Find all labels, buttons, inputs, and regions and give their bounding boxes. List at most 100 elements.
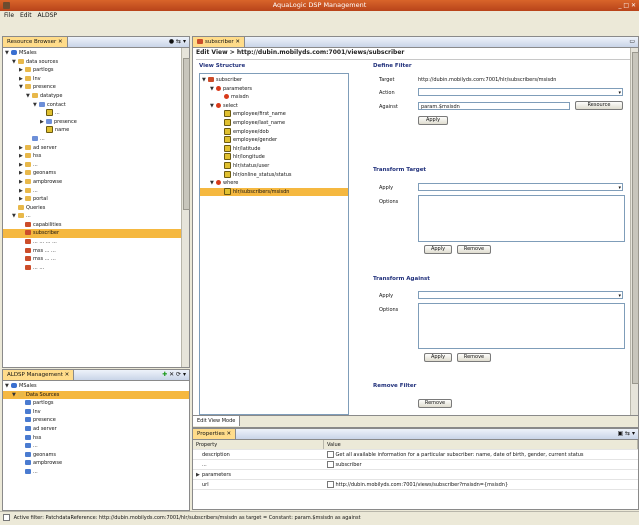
transform-target-apply-label: Apply xyxy=(379,185,394,191)
property-row[interactable]: url http://dubin.mobilyds.com:7001/views/… xyxy=(193,479,638,490)
transform-target-apply-button[interactable]: Apply xyxy=(424,245,452,254)
tree-item[interactable]: Queries xyxy=(3,204,189,213)
management-toolbar-icons[interactable]: ✚ ✕ ⟳ ▾ xyxy=(162,370,186,380)
tree-item[interactable]: presence xyxy=(3,416,189,425)
window-controls[interactable]: _ □ ✕ xyxy=(618,2,636,9)
tree-item[interactable]: ▶ portal xyxy=(3,195,189,204)
transform-target-select[interactable]: ▾ xyxy=(418,183,623,191)
property-row[interactable]: description Get all available information… xyxy=(193,449,638,460)
tree-item[interactable]: ... xyxy=(3,109,189,118)
view-menu-icon[interactable]: ● ⇆ ▾ xyxy=(169,37,186,47)
editor-scrollbar[interactable] xyxy=(630,48,639,415)
property-value-cell[interactable]: subscriber xyxy=(323,459,638,470)
tree-item[interactable]: ▼ presence xyxy=(3,83,189,92)
collapse-icon[interactable]: ▼ xyxy=(210,179,216,188)
editor-scrollbar-thumb[interactable] xyxy=(632,52,639,384)
remove-filter-button[interactable]: Remove xyxy=(418,399,452,408)
property-value-cell[interactable] xyxy=(323,469,638,480)
tree-item-label: employee/dob xyxy=(233,128,269,135)
transform-against-remove-button[interactable]: Remove xyxy=(457,353,491,362)
tree-item[interactable]: ▶ ad server xyxy=(3,144,189,153)
tree-item[interactable]: hlr/latitude xyxy=(200,144,348,154)
tree-item[interactable]: ▶... xyxy=(3,161,189,170)
transform-against-options-list[interactable] xyxy=(418,303,625,349)
menu-edit[interactable]: Edit xyxy=(20,12,32,19)
tree-item[interactable]: hlr/longitude xyxy=(200,153,348,162)
resource-tree-scrollbar[interactable] xyxy=(181,48,190,367)
tree-item[interactable]: subscriber xyxy=(3,229,189,239)
tree-item[interactable]: ▼ datatype xyxy=(3,92,189,101)
add-icon[interactable]: ✚ xyxy=(162,371,167,378)
property-column-header[interactable]: Property xyxy=(193,440,324,450)
tab-properties[interactable]: Properties ✕ xyxy=(193,429,237,439)
tree-item[interactable]: hlr/status/user xyxy=(200,161,348,171)
tree-item[interactable]: capabilities xyxy=(3,221,189,230)
action-select[interactable]: ▾ xyxy=(418,88,623,96)
tree-item[interactable]: ▼ subscriber xyxy=(200,76,348,85)
tree-item[interactable]: hlr/online_status/status xyxy=(200,170,348,180)
tree-item[interactable]: partlogs xyxy=(3,399,189,408)
property-row[interactable]: ... subscriber xyxy=(193,459,638,470)
tree-item[interactable]: ▶ presence xyxy=(3,118,189,127)
scrollbar-thumb[interactable] xyxy=(183,58,190,210)
tab-edit-view-mode[interactable]: Edit View Mode xyxy=(193,416,241,426)
tree-item[interactable]: ▶ hss xyxy=(3,152,189,161)
transform-target-remove-button[interactable]: Remove xyxy=(457,245,491,254)
tree-item[interactable]: ▶ partlogs xyxy=(3,66,189,75)
tree-item[interactable]: ▼ contact xyxy=(3,101,189,110)
tree-item[interactable]: ▶ ampbrowse xyxy=(3,178,189,187)
tree-item[interactable]: geonams xyxy=(3,451,189,460)
properties-toolbar-icons[interactable]: ▣ ⇆ ▾ xyxy=(617,429,635,439)
tree-item[interactable]: ... xyxy=(3,442,189,451)
tree-item[interactable]: employee/first_name xyxy=(200,110,348,119)
property-value-cell[interactable]: http://dubin.mobilyds.com:7001/views/sub… xyxy=(323,479,638,490)
tree-item[interactable]: employee/dob xyxy=(200,127,348,137)
define-filter-apply-button[interactable]: Apply xyxy=(418,116,448,125)
value-column-header[interactable]: Value xyxy=(323,440,638,450)
tab-aldsp-management[interactable]: ALDSP Management ✕ xyxy=(3,370,75,380)
tree-item[interactable]: ... ... ... ... xyxy=(3,238,189,247)
tree-item[interactable]: employee/gender xyxy=(200,136,348,145)
tree-item[interactable]: ▶... xyxy=(3,187,189,196)
resource-button[interactable]: Resource xyxy=(575,101,623,110)
tree-item[interactable]: ... ... xyxy=(3,264,189,273)
tree-item[interactable]: employee/last_name xyxy=(200,118,348,128)
transform-against-apply-button[interactable]: Apply xyxy=(424,353,452,362)
status-bar: Active filter: PatchdataReference: http:… xyxy=(0,511,639,525)
tree-item[interactable]: ... xyxy=(3,468,189,477)
tree-item[interactable]: hlr/subscribers/msisdn xyxy=(200,187,348,197)
tree-item[interactable]: ... xyxy=(3,135,189,144)
tree-item[interactable]: ▼ parameters xyxy=(200,85,348,94)
tree-item-label: employee/last_name xyxy=(233,119,286,126)
tree-item[interactable]: name xyxy=(3,126,189,135)
tab-resource-browser[interactable]: Resource Browser ✕ xyxy=(3,37,68,47)
view-icon xyxy=(25,256,31,262)
tree-item[interactable]: ▼ MSales xyxy=(3,382,189,391)
tree-item[interactable]: mss ... ... xyxy=(3,247,189,256)
menu-file[interactable]: File xyxy=(4,12,14,19)
tree-item[interactable]: ▼ where xyxy=(200,179,348,188)
property-row[interactable]: ▶ parameters xyxy=(193,469,638,480)
editor-maximize-icon[interactable]: ▭ xyxy=(629,37,635,47)
transform-target-options-list[interactable] xyxy=(418,195,625,242)
property-value-cell[interactable]: Get all available information for a part… xyxy=(323,449,638,460)
view-icon xyxy=(25,239,31,245)
tab-subscriber-editor[interactable]: subscriber ✕ xyxy=(193,37,246,47)
transform-against-select[interactable]: ▾ xyxy=(418,291,623,299)
tree-item[interactable]: ▼... xyxy=(3,212,189,221)
tree-item[interactable]: hss xyxy=(3,434,189,443)
menu-aldsp[interactable]: ALDSP xyxy=(38,12,58,19)
tree-item[interactable]: ▼ select xyxy=(200,102,348,111)
tree-item[interactable]: msisdn xyxy=(200,93,348,102)
tree-item[interactable]: ad server xyxy=(3,425,189,434)
tree-item[interactable]: Inv xyxy=(3,408,189,417)
tree-item[interactable]: ▼ Data Sources xyxy=(3,390,189,400)
property-value: subscriber xyxy=(335,462,362,468)
tree-item[interactable]: mss ... ... xyxy=(3,255,189,264)
against-input[interactable]: param.$msisdn xyxy=(418,102,570,110)
tree-item[interactable]: ▶ Inv xyxy=(3,75,189,84)
tree-item[interactable]: ▼ data sources xyxy=(3,58,189,67)
tree-item[interactable]: ▶ geonams xyxy=(3,169,189,178)
tree-item[interactable]: ▼ MSales xyxy=(3,49,189,58)
tree-item[interactable]: ampbrowse xyxy=(3,459,189,468)
